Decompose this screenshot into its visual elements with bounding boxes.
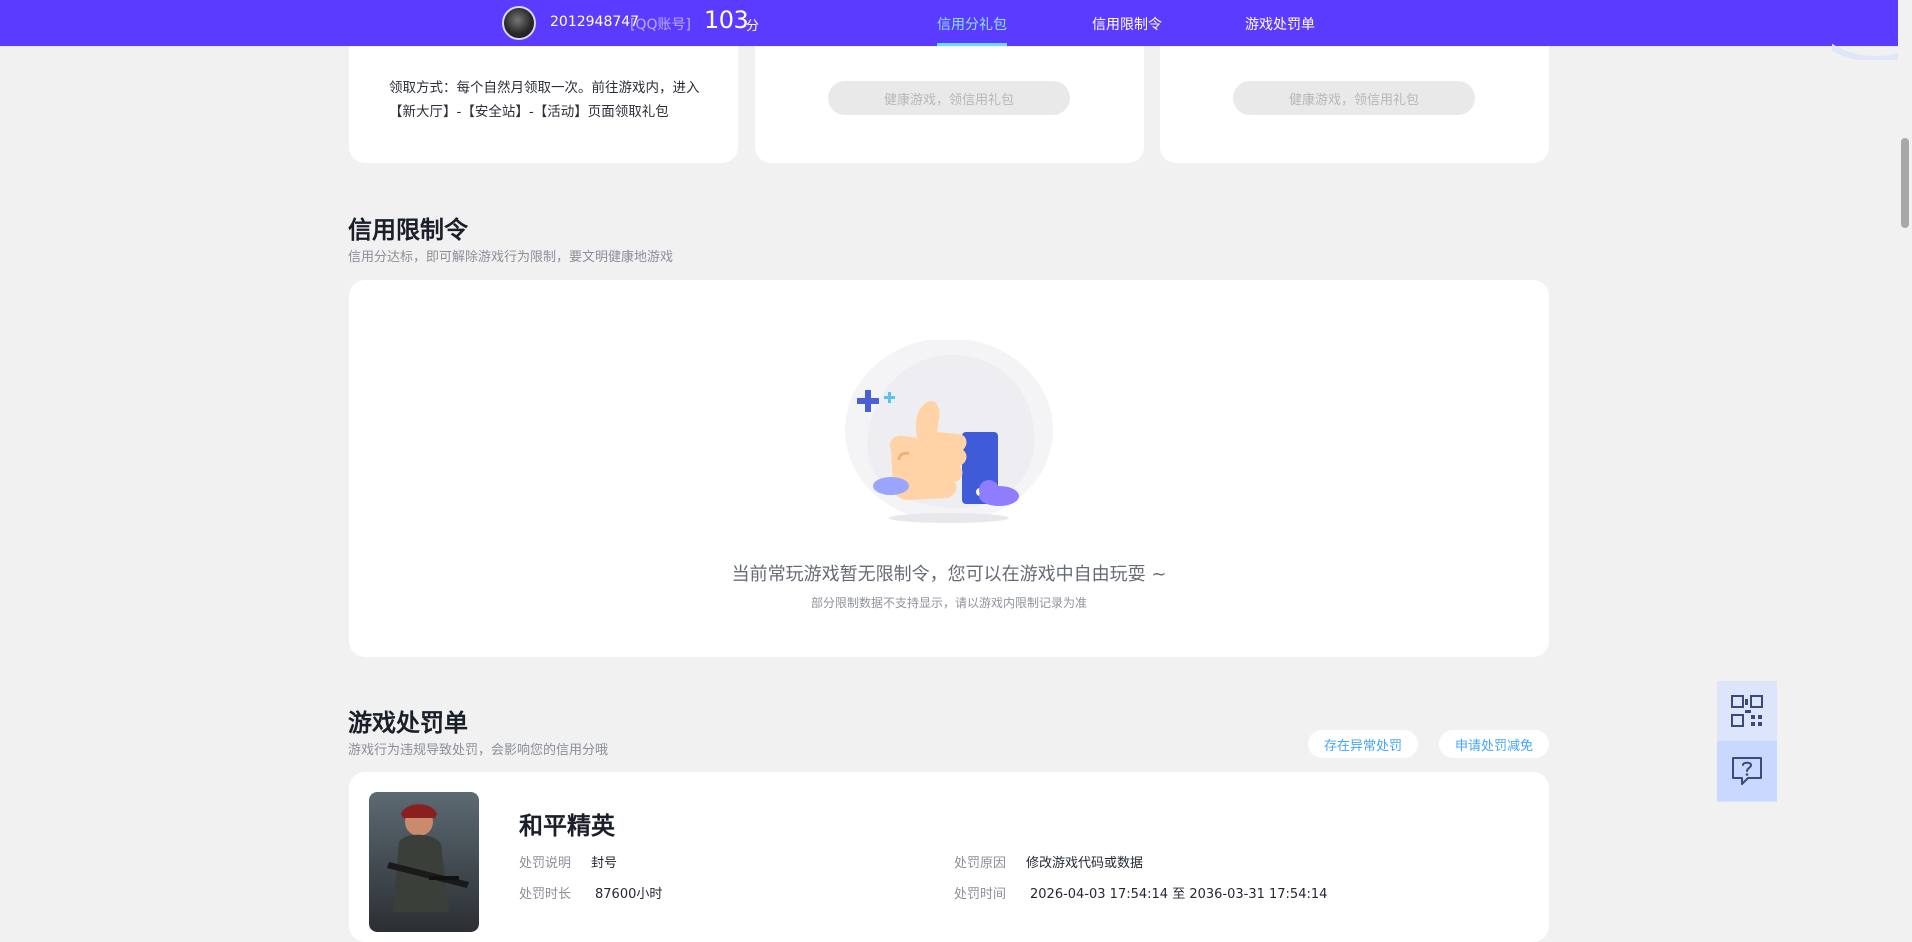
claim-gift-button[interactable]: 健康游戏，领信用礼包 [1233,81,1475,115]
qr-code-button[interactable] [1717,681,1777,741]
abnormal-penalty-button[interactable]: 存在异常处罚 [1308,730,1418,758]
apply-penalty-reduction-button[interactable]: 申请处罚减免 [1439,730,1549,758]
penalty-duration-label: 处罚时长 [519,887,572,902]
penalty-reason-label: 处罚原因 [954,856,1007,871]
section-subtitle-penalty: 游戏行为违规导致处罚，会影响您的信用分哦 [348,743,609,758]
penalty-desc-label: 处罚说明 [519,856,572,871]
help-chat-icon [1732,757,1762,785]
penalty-reason-value: 修改游戏代码或数据 [1026,856,1144,871]
tab-game-penalty[interactable]: 游戏处罚单 [1245,14,1315,34]
penalty-time-value: 2026-04-03 17:54:14 至 2036-03-31 17:54:1… [1030,887,1328,902]
account-id: 2012948747 [550,14,640,30]
penalty-time-label: 处罚时间 [954,887,1007,902]
penalty-duration-value: 87600小时 [595,887,663,902]
game-name: 和平精英 [519,812,615,840]
tab-credit-restriction[interactable]: 信用限制令 [1092,14,1162,34]
empty-restriction-note: 部分限制数据不支持显示，请以游戏内限制记录为准 [810,596,1087,610]
active-tab-indicator [937,43,1007,46]
penalty-desc-value: 封号 [591,856,618,871]
thumbs-up-illustration [845,340,1053,523]
claim-instructions: 领取方式：每个自然月领取一次。前往游戏内，进入【新大厅】-【安全站】-【活动】页… [389,80,700,120]
qr-code-icon [1731,695,1763,727]
claim-gift-button[interactable]: 健康游戏，领信用礼包 [828,81,1070,115]
account-type: [QQ账号] [630,17,691,33]
penalty-card: 和平精英 处罚说明 封号 处罚原因 修改游戏代码或数据 处罚时长 87600小时… [349,772,1549,942]
restriction-card: 当前常玩游戏暂无限制令，您可以在游戏中自由玩耍 ~ 部分限制数据不支持显示，请以… [349,280,1549,657]
credit-score: 103 [704,6,749,34]
empty-restriction-message: 当前常玩游戏暂无限制令，您可以在游戏中自由玩耍 ~ [731,564,1167,585]
section-subtitle-restriction: 信用分达标，即可解除游戏行为限制，要文明健康地游戏 [348,250,674,265]
top-bar: 2012948747 [QQ账号] 103 分 信用分礼包 信用限制令 游戏处罚… [0,0,1912,46]
game-cover-image [369,792,479,932]
help-feedback-button[interactable] [1717,741,1777,801]
section-title-restriction: 信用限制令 [348,216,468,244]
scrollbar-thumb[interactable] [1901,138,1909,228]
credit-score-unit: 分 [746,19,760,34]
tab-credit-gift[interactable]: 信用分礼包 [937,14,1007,34]
avatar[interactable] [502,6,536,40]
section-title-penalty: 游戏处罚单 [348,709,468,737]
floating-toolbar [1717,681,1777,802]
